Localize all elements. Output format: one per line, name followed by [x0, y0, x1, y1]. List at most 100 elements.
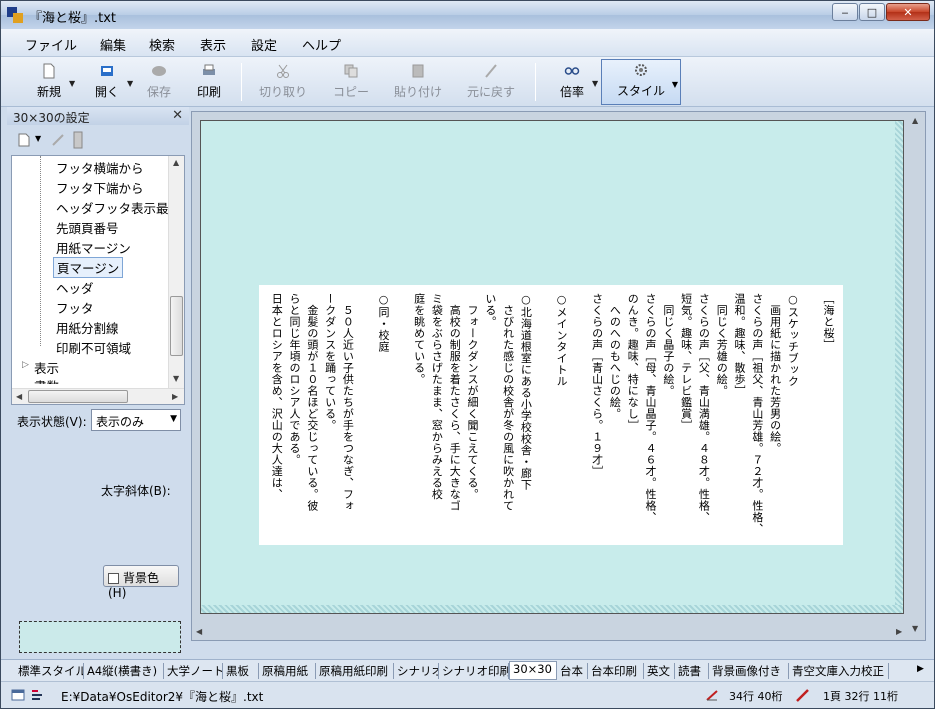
- status-file-path: E:¥Data¥OsEditor2¥『海と桜』.txt: [61, 690, 264, 704]
- zoom-dropdown-icon[interactable]: ▼: [592, 79, 598, 88]
- tree-item[interactable]: 用紙分割線: [56, 318, 119, 337]
- text-column: 短気。趣味、テレビ鑑賞］: [679, 293, 693, 431]
- page-margin-hatch: [895, 121, 903, 613]
- new-label: 新規: [36, 85, 61, 99]
- gear-icon: [635, 64, 647, 76]
- menu-file[interactable]: ファイル: [25, 35, 77, 54]
- chevron-down-icon: ▼: [170, 414, 177, 424]
- style-tab[interactable]: 標準スタイル: [15, 663, 84, 679]
- text-column: 画用紙に描かれた芳男の絵。: [768, 293, 782, 455]
- text-column: 日本とロシアを含め、沢山の大人達は、: [270, 293, 284, 500]
- style-tab[interactable]: 台本: [557, 663, 588, 679]
- style-label: スタイル: [616, 84, 665, 98]
- style-tab[interactable]: シナリオ印刷: [439, 663, 509, 679]
- tree-root-item[interactable]: 書数: [34, 376, 59, 384]
- style-tab[interactable]: 背景画像付き: [709, 663, 789, 679]
- copy-button[interactable]: コピー: [329, 61, 373, 103]
- tree-root-item[interactable]: 表示: [34, 358, 59, 377]
- tree-horizontal-scrollbar[interactable]: ◀ ▶: [12, 388, 184, 404]
- new-dropdown-icon[interactable]: ▼: [69, 79, 75, 88]
- new-item-icon[interactable]: [17, 133, 31, 147]
- scroll-marker-icon: [73, 131, 83, 149]
- tree-item[interactable]: 先頭頁番号: [56, 218, 119, 237]
- zoom-button[interactable]: 倍率: [555, 61, 589, 103]
- tree-item[interactable]: フッタ: [56, 298, 94, 317]
- menu-help[interactable]: ヘルプ: [302, 35, 341, 54]
- style-button[interactable]: スタイル ▼: [601, 59, 681, 105]
- document-vertical-scrollbar[interactable]: ▲ ▼: [909, 116, 923, 636]
- app-window: 『海と桜』.txt ‒ □ ✕ ファイル 編集 検索 表示 設定 ヘルプ 新規 …: [0, 0, 935, 709]
- text-column: らと同じ年頃のロシア人である。: [288, 293, 301, 466]
- tab-scroll-right-icon[interactable]: ▶: [917, 664, 924, 674]
- title-bar: 『海と桜』.txt ‒ □ ✕: [1, 1, 934, 29]
- close-button[interactable]: ✕: [886, 3, 930, 21]
- background-color-swatch[interactable]: [19, 621, 181, 653]
- style-tab[interactable]: 台本印刷: [588, 663, 644, 679]
- text-column: さくらの声［母、青山晶子。４６才。性格、: [644, 293, 657, 523]
- text-column: へのへのもへじの絵。: [608, 293, 622, 420]
- style-tab[interactable]: 原稿用紙印刷: [316, 663, 394, 679]
- status-format-icon: [32, 690, 42, 700]
- print-button[interactable]: 印刷: [191, 61, 227, 103]
- document-horizontal-scrollbar[interactable]: ◀ ▶: [196, 626, 906, 638]
- menu-settings[interactable]: 設定: [251, 35, 277, 54]
- menu-view[interactable]: 表示: [200, 35, 226, 54]
- checkbox-icon: [108, 573, 119, 584]
- text-column: ５０人近い子供たちが手をつなぎ、フォ: [341, 293, 355, 512]
- open-dropdown-icon[interactable]: ▼: [127, 79, 133, 88]
- style-tab[interactable]: A4縦(横書き): [84, 663, 164, 679]
- document-area: ［海と桜］ ○スケッチブック 画用紙に描かれた芳男の絵。 さくらの声［祖父、青山芳雄…: [191, 111, 926, 641]
- paste-clipboard-icon: [412, 64, 424, 78]
- zoom-label: 倍率: [559, 85, 584, 99]
- paste-button[interactable]: 貼り付け: [391, 61, 445, 103]
- style-tab-bar: 標準スタイル A4縦(横書き) 大学ノート 黒板 原稿用紙 原稿用紙印刷 シナリオ シナリオ印…: [1, 659, 934, 681]
- status-window-icon: [11, 689, 25, 701]
- cut-button[interactable]: 切り取り: [257, 61, 309, 103]
- panel-title: 30×30の設定: [13, 111, 90, 125]
- style-tab[interactable]: 英文: [644, 663, 675, 679]
- tree-item[interactable]: 印刷不可領域: [56, 338, 131, 357]
- tree-item[interactable]: フッタ横端から: [56, 158, 144, 177]
- tree-item-selected[interactable]: 頁マージン: [53, 257, 124, 278]
- text-paper[interactable]: ［海と桜］ ○スケッチブック 画用紙に描かれた芳男の絵。 さくらの声［祖父、青山芳雄…: [259, 285, 843, 545]
- style-dropdown-icon[interactable]: ▼: [672, 80, 678, 89]
- style-tab[interactable]: シナリオ: [394, 663, 439, 679]
- save-button[interactable]: 保存: [141, 61, 177, 103]
- tree-expand-icon[interactable]: ▷: [22, 360, 29, 370]
- new-button[interactable]: 新規: [31, 61, 67, 103]
- tree-item[interactable]: ヘッダ: [56, 278, 94, 297]
- tree-item[interactable]: 用紙マージン: [56, 238, 131, 257]
- tree-item[interactable]: フッタ下端から: [56, 178, 144, 197]
- open-button[interactable]: 開く: [89, 61, 125, 103]
- panel-close-icon[interactable]: ✕: [172, 108, 183, 123]
- menu-bar: ファイル 編集 検索 表示 設定 ヘルプ: [1, 29, 934, 57]
- style-tab[interactable]: 原稿用紙: [259, 663, 316, 679]
- style-tab-active[interactable]: 30×30: [509, 661, 557, 680]
- cursor-pen-icon: [796, 689, 809, 702]
- style-tab[interactable]: 黒板: [223, 663, 259, 679]
- document-page[interactable]: ［海と桜］ ○スケッチブック 画用紙に描かれた芳男の絵。 さくらの声［祖父、青山芳雄…: [200, 120, 904, 614]
- copy-icon: [344, 64, 358, 78]
- background-color-button[interactable]: 背景色(H): [103, 565, 179, 600]
- maximize-button[interactable]: □: [859, 3, 885, 21]
- text-column: 同じく晶子の絵。: [661, 293, 675, 397]
- status-bar: E:¥Data¥OsEditor2¥『海と桜』.txt 34行 40桁 1頁 3…: [1, 681, 934, 708]
- display-state-select[interactable]: 表示のみ ▼: [91, 409, 181, 431]
- tree-vertical-scrollbar[interactable]: ▲ ▼: [168, 156, 184, 388]
- text-column: ○北海道根室にある小学校校舎・廊下: [519, 293, 533, 491]
- style-tab[interactable]: 読書: [675, 663, 709, 679]
- tree-item[interactable]: ヘッダフッタ表示最初: [56, 198, 181, 217]
- undo-button[interactable]: 元に戻す: [463, 61, 519, 103]
- undo-quill-icon: [485, 64, 497, 78]
- menu-edit[interactable]: 編集: [100, 35, 126, 54]
- paste-label: 貼り付け: [393, 85, 442, 99]
- menu-search[interactable]: 検索: [149, 35, 175, 54]
- scissors-icon: [277, 64, 289, 78]
- minimize-button[interactable]: ‒: [832, 3, 858, 21]
- new-item-dropdown-icon[interactable]: ▼: [35, 134, 41, 143]
- text-column: 金髪の頭が１０名ほど交じっている。彼: [305, 293, 319, 512]
- edit-pen-icon[interactable]: [51, 133, 65, 147]
- style-tab[interactable]: 青空文庫入力校正: [789, 663, 889, 679]
- text-column: さくらの声［祖父、青山芳雄。７２才。性格、: [750, 293, 764, 535]
- style-tab[interactable]: 大学ノート: [164, 663, 223, 679]
